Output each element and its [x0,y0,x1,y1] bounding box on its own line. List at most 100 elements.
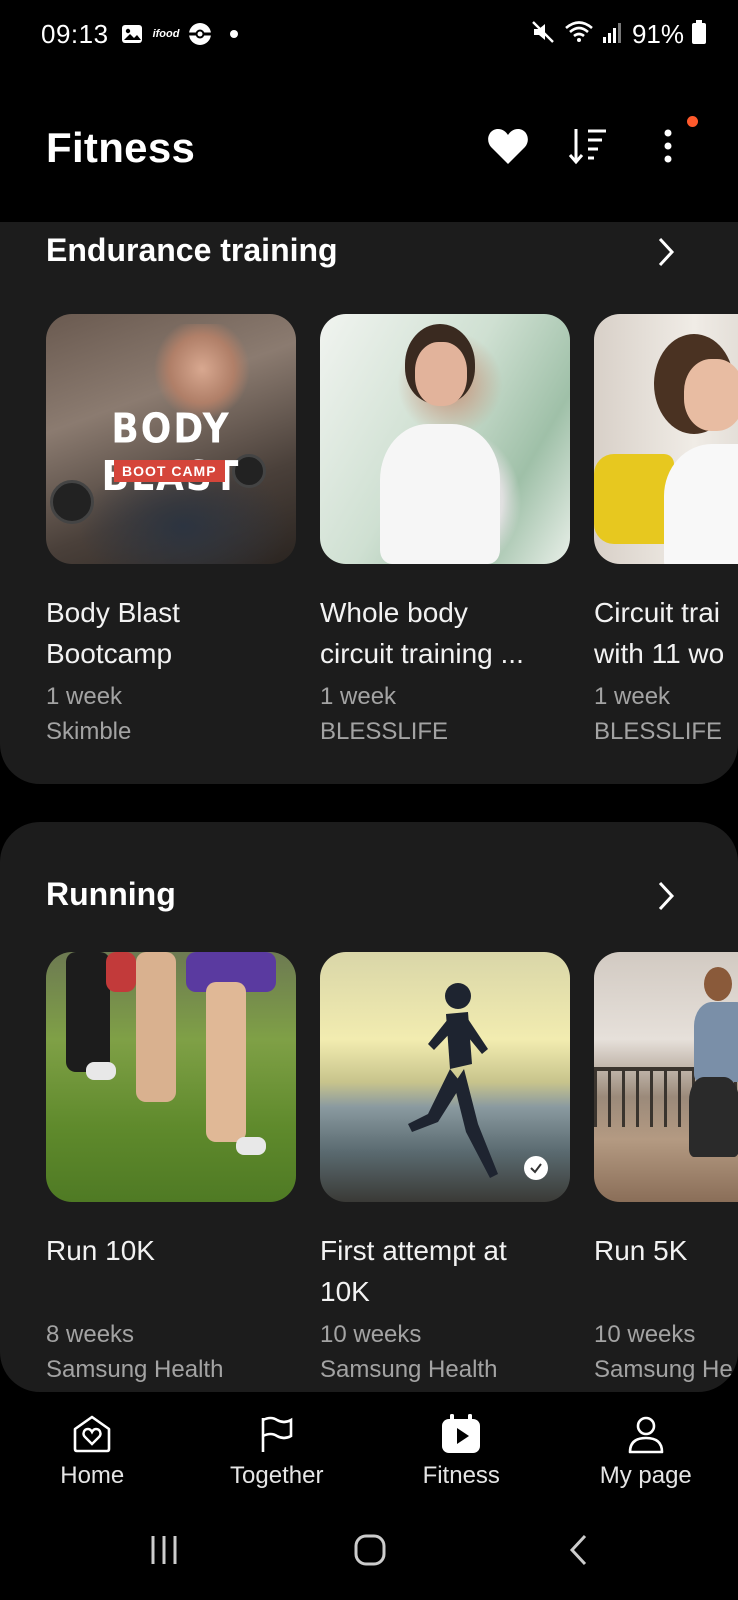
nav-together[interactable]: Together [185,1400,370,1490]
thumbnail-brand-text: BODY BLAST [102,405,239,500]
nav-fitness[interactable]: Fitness [369,1400,554,1490]
thumbnail-tag: BOOT CAMP [114,460,225,482]
program-title-line: with 11 wo [594,638,725,669]
section-running: Running Run 10K 8 weeks Samsung Health F… [0,822,738,1392]
thumbnail-figure [594,454,674,544]
signal-icon [602,20,624,49]
back-chevron-icon [569,1534,587,1566]
section-endurance-training: Endurance training BODY BLAST BOOT CAMP … [0,222,738,784]
program-title: Run 10K [46,1230,296,1312]
program-title-line: First attempt at [320,1235,507,1266]
status-bar: 09:13 ifood 91% [0,0,738,70]
program-title-line: Circuit trai [594,597,721,628]
program-title: First attempt at 10K [320,1230,570,1312]
thumbnail-figure [136,952,176,1102]
section-arrow-button[interactable] [646,876,686,916]
thumbnail-figure [86,1062,116,1080]
program-thumbnail: BODY BLAST BOOT CAMP [46,314,296,564]
fitness-screen: 09:13 ifood 91% Fitness Endurance traini… [0,0,738,1600]
program-card[interactable]: Run 10K 8 weeks Samsung Health [46,952,296,1388]
thumbnail-figure [380,424,500,564]
completed-check-icon [524,1156,548,1180]
thumbnail-figure [664,444,738,564]
nav-label: Fitness [422,1462,500,1489]
section-title: Running [46,876,176,912]
heart-icon [488,129,528,164]
program-title-line: Whole body [320,597,468,628]
program-provider: BLESSLIFE [594,718,723,745]
program-provider: BLESSLIFE [320,718,449,745]
program-title: Run 5K [594,1230,738,1312]
runner-silhouette [408,983,498,1178]
dot-icon [222,22,246,46]
program-thumbnail [320,952,570,1202]
program-title-line: circuit training ... [320,638,524,669]
home-heart-icon [70,1412,114,1456]
battery-percentage: 91% [631,19,684,49]
program-title-line: 10K [320,1276,370,1307]
program-duration: 1 week [594,683,671,710]
ifood-icon: ifood [152,28,180,40]
nav-label: Home [60,1462,125,1489]
nav-my-page[interactable]: My page [554,1400,738,1490]
section-arrow-button[interactable] [646,232,686,272]
program-provider: Samsung He [594,1356,733,1383]
thumbnail-figure [684,359,738,431]
program-duration: 1 week [320,683,397,710]
program-title-line [46,1271,296,1312]
program-title-line: Run 5K [594,1235,688,1266]
program-duration: 1 week [46,683,123,710]
program-card[interactable]: Run 5K 10 weeks Samsung He [594,952,738,1388]
status-right: 91% [530,19,706,50]
program-thumbnail [46,952,296,1202]
chevron-right-icon [658,237,675,267]
program-provider: Samsung Health [320,1356,498,1383]
favorites-button[interactable] [486,124,530,168]
back-button[interactable] [558,1530,598,1570]
program-card[interactable]: Whole body circuit training ... 1 week B… [320,314,570,750]
program-card[interactable]: BODY BLAST BOOT CAMP Body Blast Bootcamp… [46,314,296,750]
thumbnail-figure [689,1077,738,1157]
nav-label: My page [599,1462,692,1489]
status-time: 09:13 [41,19,109,49]
program-provider: Skimble [46,718,132,745]
program-thumbnail [594,314,738,564]
program-title-line: Bootcamp [46,638,173,669]
more-options-button[interactable] [646,116,698,168]
program-title: Whole body circuit training ... [320,592,570,674]
program-title-line: Run 10K [46,1235,155,1266]
sort-icon [568,129,606,165]
program-title: Circuit trai with 11 wo [594,592,738,674]
battery-icon [692,20,706,49]
section-title: Endurance training [46,232,338,268]
notification-icons: ifood [120,22,246,46]
thumbnail-figure [704,967,732,1001]
system-navigation-bar [0,1500,738,1600]
thumbnail-figure [66,952,110,1072]
thumbnail-figure [206,982,246,1142]
flag-icon [255,1412,299,1456]
person-icon [624,1412,668,1456]
program-card[interactable]: First attempt at 10K 10 weeks Samsung He… [320,952,570,1388]
nav-label: Together [230,1462,324,1489]
program-duration: 10 weeks [594,1321,696,1348]
thumbnail-figure [415,342,467,406]
mute-icon [530,19,556,50]
program-title-line [594,1271,738,1312]
thumbnail-figure [694,1002,738,1082]
nav-home[interactable]: Home [0,1400,185,1490]
program-carousel[interactable]: BODY BLAST BOOT CAMP Body Blast Bootcamp… [46,314,738,750]
program-provider: Samsung Health [46,1356,224,1383]
program-card[interactable]: Circuit trai with 11 wo 1 week BLESSLIFE [594,314,738,750]
recent-apps-button[interactable] [144,1530,184,1570]
sort-button[interactable] [566,124,610,168]
home-system-button[interactable] [350,1530,390,1570]
thumbnail-figure [236,1137,266,1155]
program-title-line: Body Blast [46,597,180,628]
pokeball-icon [188,22,212,46]
page-title: Fitness [46,124,196,171]
fitness-play-icon [439,1412,483,1456]
program-carousel[interactable]: Run 10K 8 weeks Samsung Health First att… [46,952,738,1388]
program-duration: 10 weeks [320,1321,422,1348]
image-icon [120,22,144,46]
